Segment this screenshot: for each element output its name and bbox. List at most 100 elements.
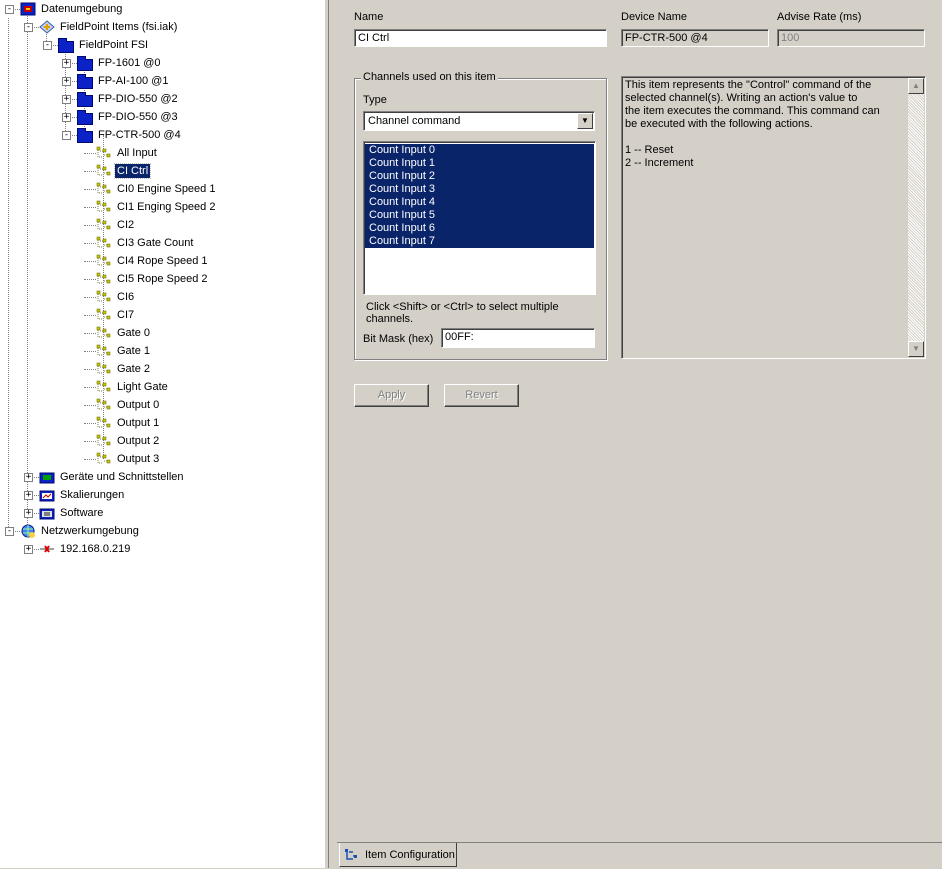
tree-item-label: FP-AI-100 @1 xyxy=(98,75,169,87)
tree-item-light-gate[interactable]: Light Gate xyxy=(96,378,170,396)
devices-icon xyxy=(39,470,55,484)
channel-list-item[interactable]: Count Input 4 xyxy=(365,196,594,209)
collapse-icon[interactable]: - xyxy=(5,527,14,536)
tree-item-ci0[interactable]: CI0 Engine Speed 1 xyxy=(96,180,217,198)
channel-icon xyxy=(96,218,112,232)
tree-item-label: CI7 xyxy=(117,309,135,321)
channel-icon xyxy=(96,164,112,178)
tree-connector xyxy=(84,405,96,406)
description-scrollbar[interactable]: ▲ ▼ xyxy=(908,78,924,357)
tree-item-output2[interactable]: Output 2 xyxy=(96,432,161,450)
tree-item-gate0[interactable]: Gate 0 xyxy=(96,324,152,342)
tree-connector xyxy=(84,423,96,424)
channels-listbox[interactable]: Count Input 0 Count Input 1 Count Input 2C… xyxy=(363,141,596,295)
channel-list-item[interactable]: Count Input 0 xyxy=(365,144,594,157)
tree-item-label: CI6 xyxy=(117,291,135,303)
folder-icon xyxy=(77,128,93,143)
expand-icon[interactable]: + xyxy=(24,545,33,554)
tree-item-label: FP-DIO-550 @3 xyxy=(98,111,178,123)
tree-item-label: FP-CTR-500 @4 xyxy=(98,129,181,141)
channel-list-item[interactable]: Count Input 3 xyxy=(365,183,594,196)
tree-item-netzwerk[interactable]: Netzwerkumgebung xyxy=(20,522,141,540)
splitter[interactable] xyxy=(324,0,337,868)
tree-item-gate1[interactable]: Gate 1 xyxy=(96,342,152,360)
tree-item-skalierungen[interactable]: Skalierungen xyxy=(39,486,126,504)
tree-connector xyxy=(84,441,96,442)
tree-item-fp-ai-100[interactable]: FP-AI-100 @1 xyxy=(77,72,170,90)
tab-bar: Item Configuration xyxy=(337,842,942,869)
channel-icon xyxy=(96,434,112,448)
tree-item-ci3[interactable]: CI3 Gate Count xyxy=(96,234,195,252)
chevron-down-icon[interactable]: ▼ xyxy=(577,113,593,129)
expand-icon[interactable]: + xyxy=(62,77,71,86)
tree-connector xyxy=(84,459,96,460)
name-label: Name xyxy=(354,11,384,23)
tree-item-ci6[interactable]: CI6 xyxy=(96,288,136,306)
expand-icon[interactable]: + xyxy=(62,59,71,68)
tree-item-label: Skalierungen xyxy=(60,489,125,501)
channel-list-item[interactable]: Count Input 2 xyxy=(365,170,594,183)
channel-list-item[interactable]: Count Input 5 xyxy=(365,209,594,222)
tree-item-fieldpoint-fsi[interactable]: FieldPoint FSI xyxy=(58,36,150,54)
tree-connector xyxy=(84,261,96,262)
folder-icon xyxy=(77,92,93,107)
scroll-up-icon[interactable]: ▲ xyxy=(908,78,924,94)
tree-item-output0[interactable]: Output 0 xyxy=(96,396,161,414)
tree-item-output1[interactable]: Output 1 xyxy=(96,414,161,432)
channel-list-item[interactable]: Count Input 7 xyxy=(365,235,594,248)
tree-item-label: FieldPoint FSI xyxy=(79,39,149,51)
apply-button[interactable]: Apply xyxy=(354,384,429,407)
tree-item-gate2[interactable]: Gate 2 xyxy=(96,360,152,378)
collapse-icon[interactable]: - xyxy=(62,131,71,140)
expand-icon[interactable]: + xyxy=(24,491,33,500)
channel-list-item[interactable]: Count Input 6 xyxy=(365,222,594,235)
tree-item-label: CI Ctrl xyxy=(113,163,152,179)
expand-icon[interactable]: + xyxy=(24,473,33,482)
type-select[interactable]: Channel command ▼ xyxy=(363,111,595,131)
collapse-icon[interactable]: - xyxy=(43,41,52,50)
description-box: This item represents the "Control" comma… xyxy=(621,76,926,359)
tree-item-ci1[interactable]: CI1 Enging Speed 2 xyxy=(96,198,217,216)
tree-item-fp-dio-550-3[interactable]: FP-DIO-550 @3 xyxy=(77,108,180,126)
tree-item-ip[interactable]: 192.168.0.219 xyxy=(39,540,132,558)
tree-connector xyxy=(84,351,96,352)
tree-item-ci5[interactable]: CI5 Rope Speed 2 xyxy=(96,270,210,288)
collapse-icon[interactable]: - xyxy=(24,23,33,32)
tree-item-label: Gate 1 xyxy=(117,345,151,357)
tree-item-label: Output 2 xyxy=(117,435,160,447)
tree-connector xyxy=(84,297,96,298)
name-field[interactable]: CI Ctrl xyxy=(354,29,607,47)
tree-item-ci-ctrl[interactable]: CI Ctrl xyxy=(96,162,152,180)
expand-icon[interactable]: + xyxy=(62,95,71,104)
tree-item-label: Datenumgebung xyxy=(41,3,123,15)
bit-mask-field[interactable]: 00FF: xyxy=(441,328,595,348)
tree-item-label: CI5 Rope Speed 2 xyxy=(117,273,208,285)
tree-item-software[interactable]: Software xyxy=(39,504,105,522)
tree-item-fp-ctr-500[interactable]: FP-CTR-500 @4 xyxy=(77,126,183,144)
tree-item-label: Output 0 xyxy=(117,399,160,411)
tree-item-datenumgebung[interactable]: Datenumgebung xyxy=(20,0,124,18)
channel-list-item[interactable]: Count Input 1 xyxy=(365,157,594,170)
tree-item-ci4[interactable]: CI4 Rope Speed 1 xyxy=(96,252,210,270)
tree-connector xyxy=(84,207,96,208)
project-tree[interactable]: - Datenumgebung - FieldPoint Items (fsi.iak… xyxy=(0,0,324,868)
tree-item-fp-dio-550-2[interactable]: FP-DIO-550 @2 xyxy=(77,90,180,108)
revert-button[interactable]: Revert xyxy=(444,384,519,407)
description-text: This item represents the "Control" comma… xyxy=(625,79,880,169)
tree-item-fp-1601[interactable]: FP-1601 @0 xyxy=(77,54,163,72)
collapse-icon[interactable]: - xyxy=(5,5,14,14)
tree-item-fieldpoint-items[interactable]: FieldPoint Items (fsi.iak) xyxy=(39,18,179,36)
expand-icon[interactable]: + xyxy=(62,113,71,122)
tab-item-configuration[interactable]: Item Configuration xyxy=(339,843,457,867)
tree-connector xyxy=(84,153,96,154)
device-name-label: Device Name xyxy=(621,11,688,23)
tree-item-ci2[interactable]: CI2 xyxy=(96,216,136,234)
tree-item-label: FP-1601 @0 xyxy=(98,57,161,69)
tree-item-ci7[interactable]: CI7 xyxy=(96,306,136,324)
tree-item-output3[interactable]: Output 3 xyxy=(96,450,161,468)
tree-item-all-input[interactable]: All Input xyxy=(96,144,159,162)
expand-icon[interactable]: + xyxy=(24,509,33,518)
tree-item-geraete[interactable]: Geräte und Schnittstellen xyxy=(39,468,186,486)
scroll-down-icon[interactable]: ▼ xyxy=(908,341,924,357)
tree-item-label: CI1 Enging Speed 2 xyxy=(117,201,216,213)
